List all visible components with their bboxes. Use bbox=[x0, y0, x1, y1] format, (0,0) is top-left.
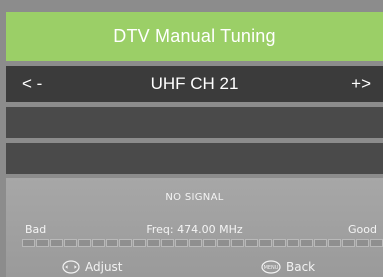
frequency-readout: Freq: 474.00 MHz bbox=[146, 223, 243, 236]
channel-value: UHF CH 21 bbox=[150, 74, 239, 93]
empty-menu-row bbox=[6, 107, 383, 138]
signal-meter-segment bbox=[161, 239, 175, 247]
signal-meter-segment bbox=[105, 239, 119, 247]
back-hint-label: Back bbox=[286, 260, 316, 274]
signal-meter-segment bbox=[22, 239, 35, 247]
adjust-hint: Adjust bbox=[62, 260, 123, 274]
signal-info-panel: NO SIGNAL Bad Freq: 474.00 MHz Good Adju… bbox=[6, 178, 383, 277]
menu-button-icon: MENU bbox=[261, 260, 281, 274]
signal-meter-segment bbox=[202, 239, 216, 247]
signal-meter-segment bbox=[356, 239, 370, 247]
signal-meter-segment bbox=[63, 239, 77, 247]
signal-good-label: Good bbox=[348, 223, 377, 236]
adjust-hint-label: Adjust bbox=[85, 260, 123, 274]
channel-next-button[interactable]: +> bbox=[351, 74, 371, 94]
signal-meter-segment bbox=[216, 239, 230, 247]
signal-meter-segment bbox=[175, 239, 189, 247]
signal-meter-segment bbox=[119, 239, 133, 247]
nav-arrows-icon bbox=[62, 260, 80, 274]
empty-menu-row bbox=[6, 143, 383, 174]
signal-strength-meter bbox=[22, 239, 383, 247]
signal-meter-segment bbox=[147, 239, 161, 247]
signal-meter-segment bbox=[189, 239, 202, 247]
signal-meter-segment bbox=[272, 239, 286, 247]
back-hint: MENU Back bbox=[261, 260, 315, 274]
signal-meter-segment bbox=[244, 239, 258, 247]
menu-button-icon-text: MENU bbox=[264, 265, 279, 271]
signal-meter-segment bbox=[35, 239, 49, 247]
signal-meter-segment bbox=[314, 239, 328, 247]
signal-meter-segment bbox=[91, 239, 105, 247]
signal-meter-segment bbox=[230, 239, 244, 247]
signal-meter-segment bbox=[133, 239, 147, 247]
signal-meter-segment bbox=[258, 239, 272, 247]
signal-meter-segment bbox=[300, 239, 314, 247]
signal-meter-segment bbox=[328, 239, 342, 247]
signal-meter-segment bbox=[49, 239, 63, 247]
signal-meter-segment bbox=[342, 239, 356, 247]
signal-status: NO SIGNAL bbox=[165, 192, 224, 203]
signal-meter-segment bbox=[77, 239, 91, 247]
signal-meter-segment bbox=[286, 239, 300, 247]
tv-osd-screen: DTV Manual Tuning < - UHF CH 21 +> NO SI… bbox=[0, 0, 383, 277]
signal-meter-segment bbox=[370, 239, 383, 247]
channel-selector[interactable]: < - UHF CH 21 +> bbox=[6, 66, 383, 102]
menu-title: DTV Manual Tuning bbox=[6, 12, 383, 61]
menu-title-text: DTV Manual Tuning bbox=[113, 26, 276, 46]
